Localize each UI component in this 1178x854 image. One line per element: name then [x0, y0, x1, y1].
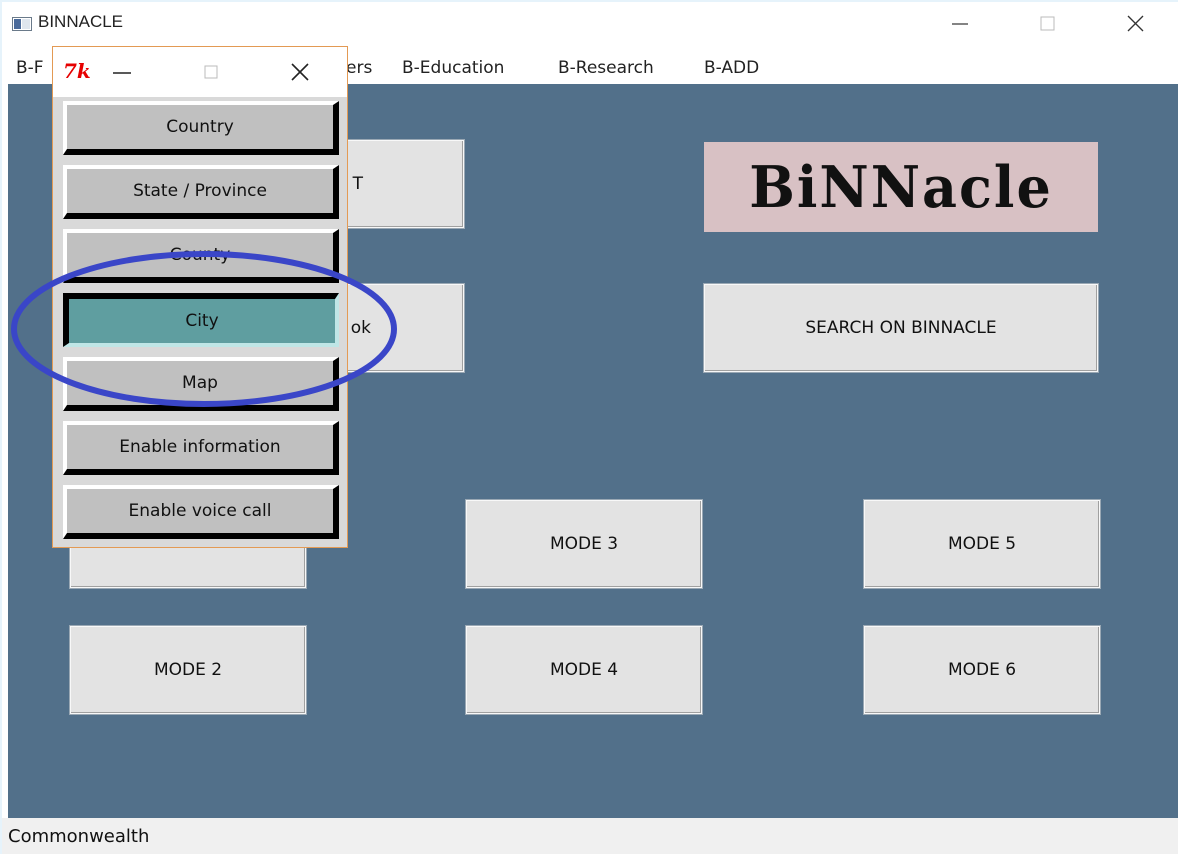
highlight-ellipse-annotation: [11, 251, 397, 407]
tk-icon: 7k: [63, 59, 91, 83]
status-text: Commonwealth: [8, 826, 150, 847]
mode-2-label: MODE 2: [153, 660, 223, 680]
close-icon[interactable]: [1112, 8, 1158, 40]
mode-3-label: MODE 3: [549, 534, 619, 554]
country-button-label: Country: [166, 117, 234, 137]
app-window-icon: [12, 17, 32, 31]
logo-text: BiNNacle: [749, 153, 1053, 221]
menu-item-b-add[interactable]: B-ADD: [704, 58, 759, 78]
partial-top-button-label: T: [352, 174, 363, 194]
enable-voice-call-button[interactable]: Enable voice call: [63, 485, 339, 539]
menu-item-b-f[interactable]: B-F: [16, 58, 44, 78]
minimize-icon[interactable]: [936, 8, 982, 40]
popup-minimize-icon[interactable]: [107, 59, 137, 85]
mode-5-button[interactable]: MODE 5: [864, 500, 1100, 588]
mode-3-button[interactable]: MODE 3: [466, 500, 702, 588]
enable-information-button[interactable]: Enable information: [63, 421, 339, 475]
window-title: BINNACLE: [38, 12, 124, 31]
enable-information-button-label: Enable information: [119, 437, 281, 457]
binnacle-logo: BiNNacle: [704, 142, 1098, 232]
state-province-button[interactable]: State / Province: [63, 165, 339, 219]
status-bar: Commonwealth: [2, 818, 1178, 854]
state-province-button-label: State / Province: [133, 181, 267, 201]
country-button[interactable]: Country: [63, 101, 339, 155]
menu-item-b-research[interactable]: B-Research: [558, 58, 654, 78]
popup-title-bar: 7k: [53, 47, 347, 97]
enable-voice-call-button-label: Enable voice call: [128, 501, 272, 521]
menu-item-partial-ers[interactable]: ers: [346, 58, 372, 78]
mode-4-label: MODE 4: [549, 660, 619, 680]
search-on-binnacle-button[interactable]: SEARCH ON BINNACLE: [704, 284, 1098, 372]
mode-6-label: MODE 6: [947, 660, 1017, 680]
mode-5-label: MODE 5: [947, 534, 1017, 554]
title-bar: BINNACLE: [2, 2, 1178, 46]
mode-6-button[interactable]: MODE 6: [864, 626, 1100, 714]
mode-2-button[interactable]: MODE 2: [70, 626, 306, 714]
maximize-icon[interactable]: [1024, 8, 1070, 40]
mode-4-button[interactable]: MODE 4: [466, 626, 702, 714]
menu-item-b-education[interactable]: B-Education: [402, 58, 504, 78]
popup-close-icon[interactable]: [285, 59, 315, 85]
popup-maximize-icon[interactable]: [197, 59, 227, 85]
search-button-label: SEARCH ON BINNACLE: [805, 318, 997, 338]
